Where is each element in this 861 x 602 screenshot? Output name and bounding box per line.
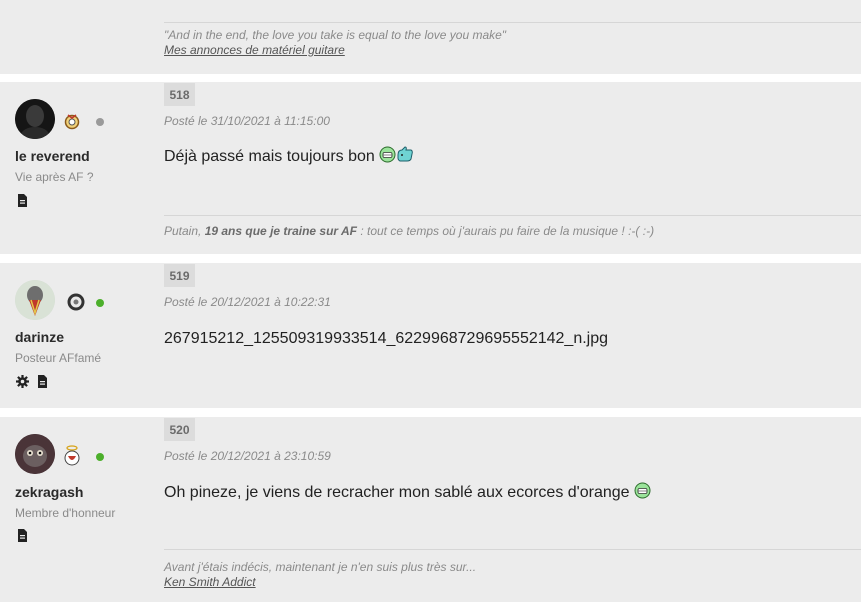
post-number[interactable]: 520: [164, 418, 195, 441]
post-body: 267915212_125509319933514_62299687296955…: [164, 330, 608, 348]
post-520: 520 Posté le 20/12/2021 à 23:10:59 zekra…: [0, 417, 861, 602]
online-status-dot: [96, 453, 104, 461]
offline-status-dot: [96, 118, 104, 126]
post-date: Posté le 20/12/2021 à 23:10:59: [164, 449, 331, 463]
signature-divider: [164, 215, 861, 216]
post-519: 519 Posté le 20/12/2021 à 10:22:31 darin…: [0, 263, 861, 408]
online-status-dot: [96, 299, 104, 307]
rank-badge-icon: [63, 444, 81, 468]
post-number[interactable]: 519: [164, 264, 195, 287]
post-date: Posté le 31/10/2021 à 11:15:00: [164, 114, 330, 128]
thumbs-up-smiley-icon: [396, 146, 414, 168]
post-signature: Putain, 19 ans que je traine sur AF : to…: [164, 224, 655, 238]
signature-link[interactable]: Mes annonces de matériel guitare: [164, 43, 345, 57]
post-body: Oh pineze, je viens de recracher mon sab…: [164, 482, 651, 504]
avatar[interactable]: [15, 280, 55, 320]
document-icon[interactable]: [16, 194, 29, 207]
avatar[interactable]: [15, 434, 55, 474]
avatar[interactable]: [15, 99, 55, 139]
signature-quote: "And in the end, the love you take is eq…: [164, 28, 507, 42]
user-title: Membre d'honneur: [15, 506, 116, 520]
previous-post-footer: "And in the end, the love you take is eq…: [0, 0, 861, 74]
document-icon[interactable]: [16, 529, 29, 542]
signature-divider: [164, 549, 861, 550]
post-text: Oh pineze, je viens de recracher mon sab…: [164, 484, 630, 501]
post-text: 267915212_125509319933514_62299687296955…: [164, 330, 609, 347]
signature-divider: [164, 22, 861, 23]
rank-badge-icon: [66, 292, 86, 312]
user-title: Vie après AF ?: [15, 170, 94, 184]
gear-icon[interactable]: [16, 375, 29, 388]
signature-line: Avant j'étais indécis, maintenant je n'e…: [164, 560, 477, 574]
rank-badge-icon: [63, 112, 81, 130]
post-number[interactable]: 518: [164, 83, 195, 106]
post-body: Déjà passé mais toujours bon: [164, 146, 414, 168]
laughing-smiley-icon: [379, 146, 396, 168]
post-date: Posté le 20/12/2021 à 10:22:31: [164, 295, 331, 309]
post-text: Déjà passé mais toujours bon: [164, 148, 375, 165]
signature-link[interactable]: Ken Smith Addict: [164, 575, 256, 589]
user-title: Posteur AFfamé: [15, 351, 102, 365]
post-518: 518 Posté le 31/10/2021 à 11:15:00 le re…: [0, 82, 861, 254]
document-icon[interactable]: [36, 375, 49, 388]
username[interactable]: darinze: [15, 329, 64, 345]
username[interactable]: le reverend: [15, 148, 90, 164]
laughing-smiley-icon: [634, 482, 651, 504]
username[interactable]: zekragash: [15, 484, 83, 500]
